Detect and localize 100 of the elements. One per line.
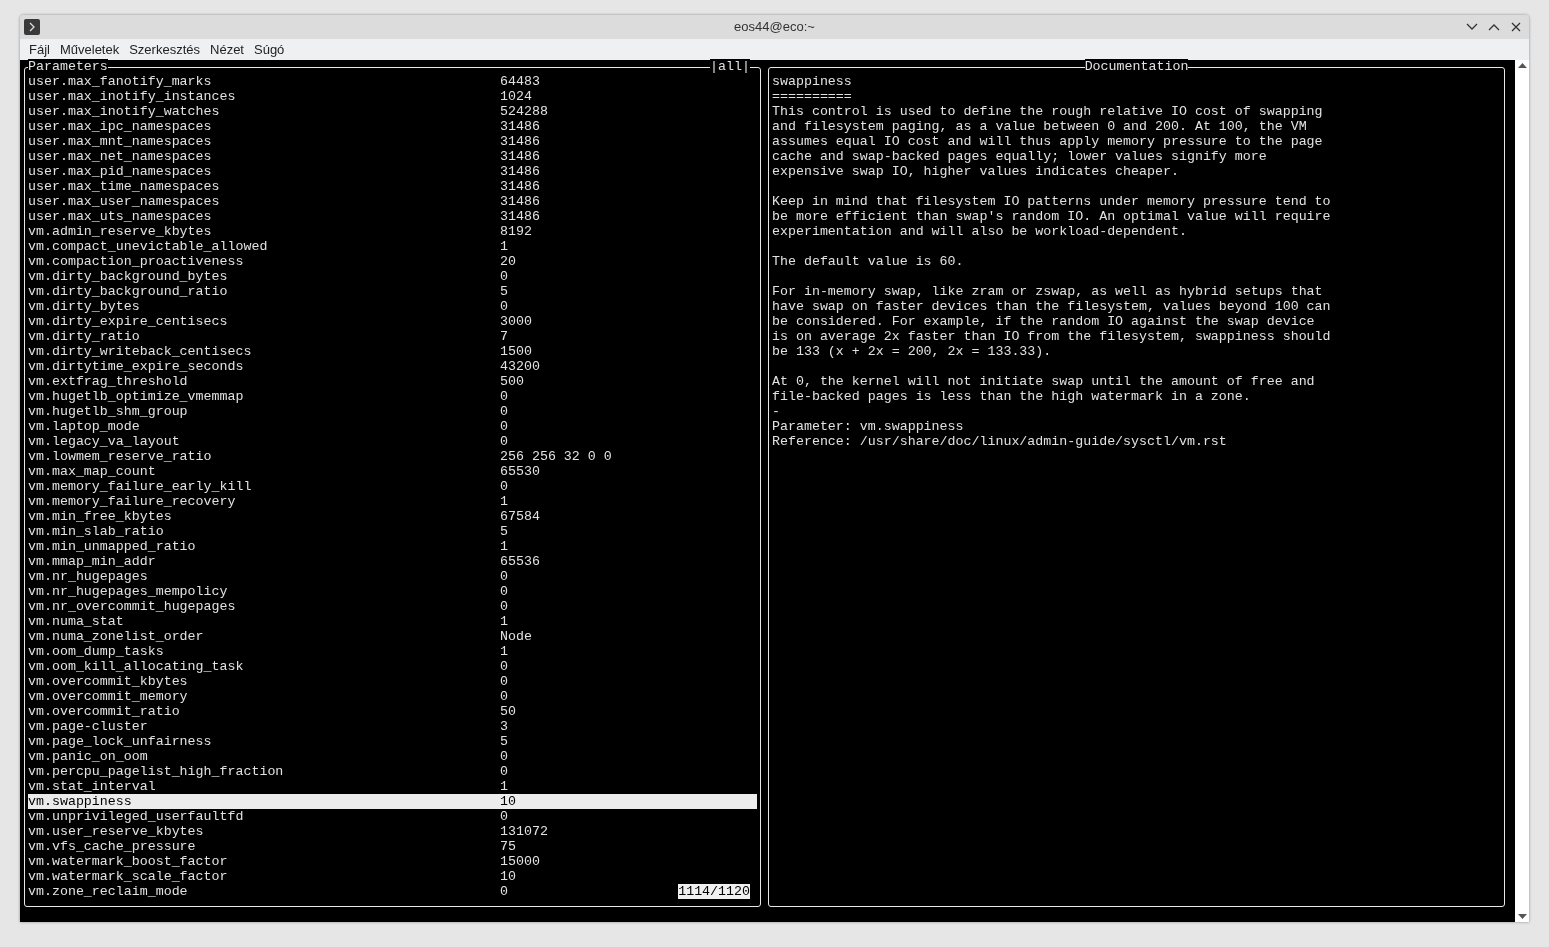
parameter-name: vm.overcommit_kbytes bbox=[28, 674, 188, 689]
parameter-row[interactable]: vm.memory_failure_early_kill 0 bbox=[28, 479, 508, 494]
doc-line: For in-memory swap, like zram or zswap, as well as hybrid setups that bbox=[772, 284, 1324, 299]
parameter-row[interactable]: vm.page_lock_unfairness 5 bbox=[28, 734, 508, 749]
parameter-row[interactable]: user.max_mnt_namespaces 31486 bbox=[28, 134, 540, 149]
parameter-row[interactable]: vm.vfs_cache_pressure 75 bbox=[28, 839, 516, 854]
menu-item[interactable]: Szerkesztés bbox=[124, 39, 205, 60]
parameter-name: user.max_net_namespaces bbox=[28, 149, 212, 164]
parameter-value: 67584 bbox=[500, 509, 540, 524]
parameter-value: 31486 bbox=[500, 194, 540, 209]
parameter-row[interactable]: vm.extfrag_threshold 500 bbox=[28, 374, 524, 389]
parameter-row[interactable]: vm.dirty_bytes 0 bbox=[28, 299, 508, 314]
parameter-row[interactable]: vm.legacy_va_layout 0 bbox=[28, 434, 508, 449]
parameter-row[interactable]: vm.oom_kill_allocating_task 0 bbox=[28, 659, 508, 674]
parameter-row[interactable]: vm.page-cluster 3 bbox=[28, 719, 508, 734]
parameter-row[interactable]: vm.dirty_background_ratio 5 bbox=[28, 284, 508, 299]
parameter-row[interactable]: vm.memory_failure_recovery 1 bbox=[28, 494, 508, 509]
parameter-value: 31486 bbox=[500, 179, 540, 194]
parameter-row[interactable]: vm.numa_stat 1 bbox=[28, 614, 508, 629]
parameter-name: vm.max_map_count bbox=[28, 464, 156, 479]
parameter-value: 524288 bbox=[500, 104, 548, 119]
filter-label: |all| bbox=[710, 59, 750, 74]
parameter-row[interactable]: vm.numa_zonelist_order Node bbox=[28, 629, 532, 644]
parameter-name: vm.compact_unevictable_allowed bbox=[28, 239, 268, 254]
parameter-name: vm.stat_interval bbox=[28, 779, 156, 794]
parameter-row[interactable]: vm.mmap_min_addr 65536 bbox=[28, 554, 540, 569]
parameter-row[interactable]: vm.min_free_kbytes 67584 bbox=[28, 509, 540, 524]
parameter-row[interactable]: vm.swappiness 10 bbox=[28, 794, 757, 809]
parameter-value: 131072 bbox=[500, 824, 548, 839]
parameter-row[interactable]: vm.dirty_writeback_centisecs 1500 bbox=[28, 344, 532, 359]
scroll-up-icon[interactable] bbox=[1517, 63, 1527, 68]
parameter-name: vm.dirty_ratio bbox=[28, 329, 140, 344]
parameter-row[interactable]: vm.overcommit_kbytes 0 bbox=[28, 674, 508, 689]
parameter-value: 7 bbox=[500, 329, 508, 344]
parameter-row[interactable]: vm.laptop_mode 0 bbox=[28, 419, 508, 434]
menu-item[interactable]: Fájl bbox=[24, 39, 55, 60]
parameter-value: 1 bbox=[500, 779, 508, 794]
parameter-row[interactable]: vm.admin_reserve_kbytes 8192 bbox=[28, 224, 532, 239]
menu-item[interactable]: Súgó bbox=[249, 39, 290, 60]
parameter-row[interactable]: user.max_fanotify_marks 64483 bbox=[28, 74, 540, 89]
parameter-row[interactable]: user.max_ipc_namespaces 31486 bbox=[28, 119, 540, 134]
parameter-value: 1 bbox=[500, 494, 508, 509]
parameter-row[interactable]: vm.watermark_scale_factor 10 bbox=[28, 869, 516, 884]
doc-line: At 0, the kernel will not initiate swap until the amount of free and bbox=[772, 374, 1316, 389]
parameter-row[interactable]: vm.dirtytime_expire_seconds 43200 bbox=[28, 359, 540, 374]
parameter-row[interactable]: vm.compact_unevictable_allowed 1 bbox=[28, 239, 508, 254]
chevron-down-icon bbox=[1466, 23, 1478, 31]
parameter-row[interactable]: vm.unprivileged_userfaultfd 0 bbox=[28, 809, 508, 824]
parameter-row[interactable]: user.max_inotify_watches 524288 bbox=[28, 104, 548, 119]
parameter-row[interactable]: vm.dirty_ratio 7 bbox=[28, 329, 508, 344]
parameter-value: 0 bbox=[500, 599, 508, 614]
parameter-row[interactable]: vm.lowmem_reserve_ratio 256 256 32 0 0 bbox=[28, 449, 612, 464]
parameter-row[interactable]: user.max_inotify_instances 1024 bbox=[28, 89, 532, 104]
parameter-row[interactable]: vm.dirty_background_bytes 0 bbox=[28, 269, 508, 284]
parameter-row[interactable]: vm.hugetlb_shm_group 0 bbox=[28, 404, 508, 419]
parameter-row[interactable]: vm.dirty_expire_centisecs 3000 bbox=[28, 314, 532, 329]
parameter-value: 31486 bbox=[500, 149, 540, 164]
parameter-row[interactable]: user.max_pid_namespaces 31486 bbox=[28, 164, 540, 179]
parameter-row[interactable]: vm.panic_on_oom 0 bbox=[28, 749, 508, 764]
parameter-value: 5 bbox=[500, 524, 508, 539]
doc-line: be more efficient than swap's random IO. An optimal value will require bbox=[772, 209, 1332, 224]
parameter-row[interactable]: vm.oom_dump_tasks 1 bbox=[28, 644, 508, 659]
menu-item[interactable]: Nézet bbox=[205, 39, 249, 60]
parameter-row[interactable]: vm.stat_interval 1 bbox=[28, 779, 508, 794]
parameter-name: vm.min_unmapped_ratio bbox=[28, 539, 196, 554]
menu-item[interactable]: Műveletek bbox=[54, 39, 125, 60]
parameter-row[interactable]: vm.percpu_pagelist_high_fraction 0 bbox=[28, 764, 508, 779]
parameter-row[interactable]: user.max_user_namespaces 31486 bbox=[28, 194, 540, 209]
parameter-row[interactable]: vm.max_map_count 65530 bbox=[28, 464, 540, 479]
doc-line: be considered. For example, if the random IO against the swap device bbox=[772, 314, 1316, 329]
doc-line: - bbox=[772, 404, 781, 419]
scroll-down-icon[interactable] bbox=[1517, 914, 1527, 919]
parameter-row[interactable]: user.max_net_namespaces 31486 bbox=[28, 149, 540, 164]
scrollbar[interactable] bbox=[1515, 60, 1529, 922]
parameter-row[interactable]: vm.overcommit_ratio 50 bbox=[28, 704, 516, 719]
parameter-value: 31486 bbox=[500, 134, 540, 149]
parameter-row[interactable]: vm.hugetlb_optimize_vmemmap 0 bbox=[28, 389, 508, 404]
doc-line: The default value is 60. bbox=[772, 254, 965, 269]
parameter-row[interactable]: vm.nr_overcommit_hugepages 0 bbox=[28, 599, 508, 614]
parameter-name: vm.watermark_scale_factor bbox=[28, 869, 228, 884]
parameter-row[interactable]: user.max_uts_namespaces 31486 bbox=[28, 209, 540, 224]
parameter-row[interactable]: vm.zone_reclaim_mode 0 bbox=[28, 884, 508, 899]
doc-line: and filesystem paging, as a value between 0 and 200. At 100, the VM bbox=[772, 119, 1308, 134]
parameter-row[interactable]: vm.nr_hugepages_mempolicy 0 bbox=[28, 584, 508, 599]
parameter-name: vm.swappiness bbox=[28, 794, 132, 809]
parameter-value: 500 bbox=[500, 374, 524, 389]
parameter-value: 0 bbox=[500, 659, 508, 674]
parameter-row[interactable]: vm.compaction_proactiveness 20 bbox=[28, 254, 516, 269]
parameter-value: 10 bbox=[500, 794, 516, 809]
parameter-row[interactable]: vm.min_unmapped_ratio 1 bbox=[28, 539, 508, 554]
parameter-row[interactable]: user.max_time_namespaces 31486 bbox=[28, 179, 540, 194]
parameter-row[interactable]: vm.nr_hugepages 0 bbox=[28, 569, 508, 584]
parameter-name: vm.laptop_mode bbox=[28, 419, 140, 434]
parameter-row[interactable]: vm.min_slab_ratio 5 bbox=[28, 524, 508, 539]
parameter-row[interactable]: vm.overcommit_memory 0 bbox=[28, 689, 508, 704]
parameter-row[interactable]: vm.watermark_boost_factor 15000 bbox=[28, 854, 540, 869]
parameter-name: vm.admin_reserve_kbytes bbox=[28, 224, 212, 239]
parameter-name: vm.lowmem_reserve_ratio bbox=[28, 449, 212, 464]
parameter-row[interactable]: vm.user_reserve_kbytes 131072 bbox=[28, 824, 548, 839]
doc-line: cache and swap-backed pages equally; lower values signify more bbox=[772, 149, 1268, 164]
